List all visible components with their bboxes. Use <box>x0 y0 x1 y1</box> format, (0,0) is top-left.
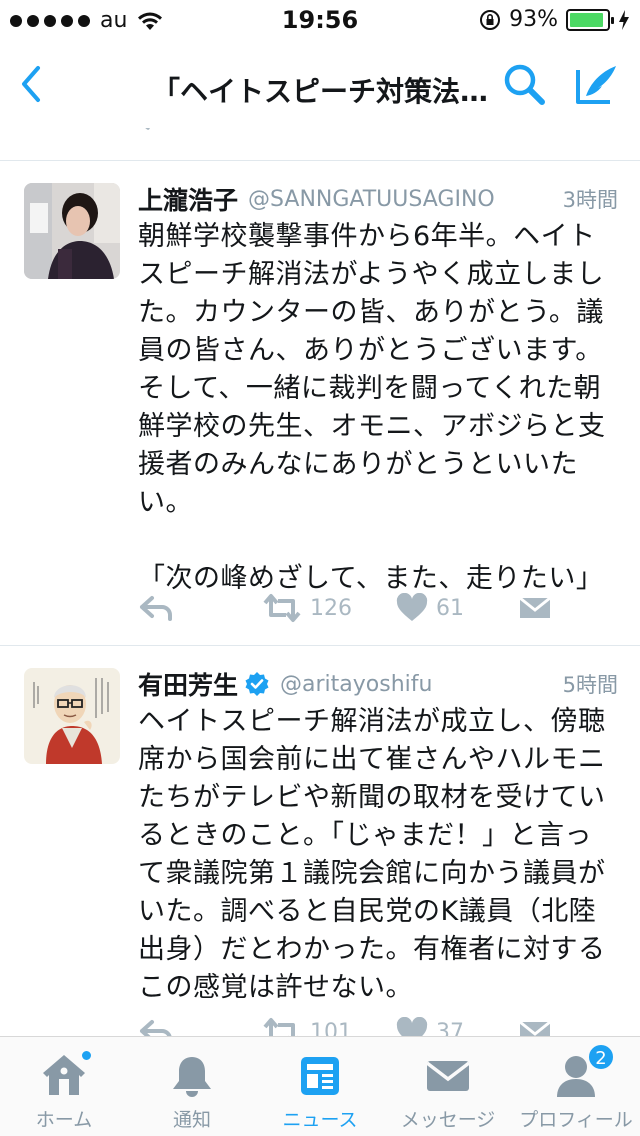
retweet-button[interactable]: 101 <box>262 1012 352 1036</box>
tweet-item[interactable]: 上瀧浩子 @SANNGATUUSAGINO 3時間 朝鮮学校襲撃事件から6年半。… <box>0 161 640 645</box>
reply-icon <box>140 1020 172 1036</box>
like-button[interactable]: 61 <box>396 588 464 628</box>
battery-percent: 93% <box>509 7 558 32</box>
envelope-icon <box>519 1020 551 1036</box>
tweet-actions: 126 61 <box>138 588 618 628</box>
tab-label: プロフィール <box>519 1109 633 1131</box>
avatar-photo <box>24 183 120 279</box>
retweet-count: 101 <box>310 1019 352 1037</box>
user-handle[interactable]: @SANNGATUUSAGINO <box>248 187 495 212</box>
tab-messages[interactable]: メッセージ <box>384 1037 512 1136</box>
profile-icon: 2 <box>551 1043 615 1101</box>
verified-badge-icon <box>245 672 269 696</box>
battery-icon <box>566 8 614 31</box>
tweet-header: 上瀧浩子 @SANNGATUUSAGINO 3時間 <box>138 181 618 217</box>
back-icon[interactable] <box>16 62 46 106</box>
like-count: 61 <box>436 595 464 621</box>
tab-label: メッセージ <box>400 1109 496 1131</box>
heart-icon <box>396 1017 428 1036</box>
status-bar: au 19:56 93% <box>0 0 640 40</box>
compose-icon[interactable] <box>572 60 620 108</box>
avatar[interactable] <box>24 183 120 279</box>
battery-level <box>570 12 604 27</box>
profile-badge: 2 <box>587 1043 615 1071</box>
direct-message-button[interactable] <box>518 1012 552 1036</box>
retweet-icon <box>263 1018 298 1036</box>
tab-label: ニュース <box>282 1109 358 1131</box>
tab-news[interactable]: ニュース <box>256 1037 384 1136</box>
envelope-icon <box>519 596 551 618</box>
tab-home[interactable]: ホーム <box>0 1037 128 1136</box>
user-handle[interactable]: @aritayoshifu <box>280 672 432 697</box>
tweet-time[interactable]: 3時間 <box>563 184 618 214</box>
tab-bar: ホーム 通知 ニュース メッセージ 2 プロフィール <box>0 1036 640 1136</box>
like-button[interactable]: 37 <box>396 1012 464 1036</box>
status-right: 93% <box>479 7 630 32</box>
retweet-icon <box>263 594 301 622</box>
direct-message-button[interactable] <box>518 588 552 628</box>
home-icon <box>39 1049 93 1101</box>
notification-dot <box>80 1049 93 1062</box>
tab-label: ホーム <box>35 1109 93 1131</box>
display-name[interactable]: 有田芳生 <box>138 666 238 702</box>
news-icon <box>295 1051 345 1101</box>
heart-icon <box>396 593 428 621</box>
tweet-text: ヘイトスピーチ解消法が成立し、傍聴席から国会前に出て崔さんやハルモニたちがテレビ… <box>138 706 606 1003</box>
avatar[interactable] <box>24 668 120 764</box>
like-count: 37 <box>436 1019 464 1037</box>
tweet-actions: 101 37 <box>138 1012 618 1036</box>
timeline[interactable]: 上瀧浩子 @SANNGATUUSAGINO 3時間 朝鮮学校襲撃事件から6年半。… <box>0 128 640 1036</box>
nav-bar: 「ヘイトスピーチ対策法… <box>0 40 640 128</box>
previous-tweet-actions <box>145 128 150 130</box>
tweet-time[interactable]: 5時間 <box>563 669 618 699</box>
rotation-lock-icon <box>480 9 501 30</box>
display-name[interactable]: 上瀧浩子 <box>138 181 238 217</box>
reply-button[interactable] <box>138 1012 174 1036</box>
page-title: 「ヘイトスピーチ対策法… <box>151 75 488 108</box>
charging-icon <box>619 9 629 30</box>
envelope-icon <box>423 1051 473 1101</box>
tweet-item[interactable]: 有田芳生 @aritayoshifu 5時間 ヘイトスピーチ解消法が成立し、傍聴… <box>0 646 640 1036</box>
search-icon[interactable] <box>500 60 548 108</box>
tab-profile[interactable]: 2 プロフィール <box>512 1037 640 1136</box>
avatar-illustration <box>24 668 120 764</box>
tweet-text: 朝鮮学校襲撃事件から6年半。ヘイトスピーチ解消法がようやく成立しました。カウンタ… <box>138 221 606 594</box>
retweet-button[interactable]: 126 <box>262 588 352 628</box>
retweet-count: 126 <box>310 595 352 621</box>
bell-icon <box>167 1051 217 1101</box>
tab-label: 通知 <box>172 1109 211 1131</box>
tweet-header: 有田芳生 @aritayoshifu 5時間 <box>138 666 618 702</box>
reply-button[interactable] <box>138 588 174 628</box>
tab-notifications[interactable]: 通知 <box>128 1037 256 1136</box>
reply-icon <box>140 596 172 621</box>
